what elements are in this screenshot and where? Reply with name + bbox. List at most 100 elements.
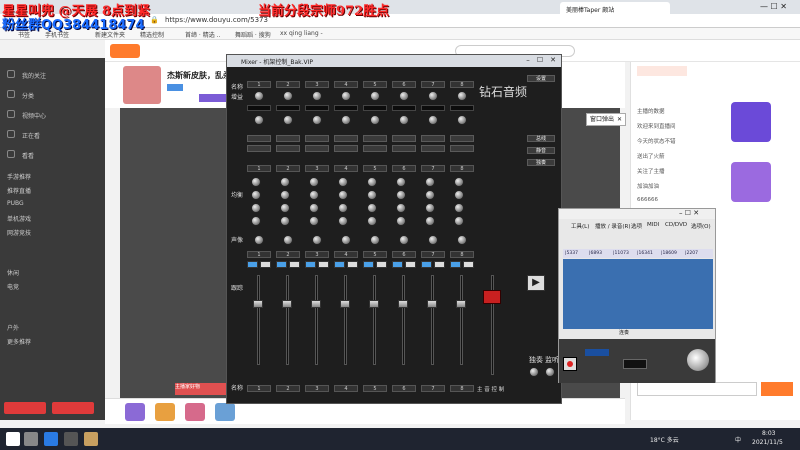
eq-knob[interactable] — [309, 203, 319, 213]
fader-cap[interactable] — [427, 300, 437, 308]
solo-button[interactable] — [260, 261, 271, 268]
avatar[interactable] — [123, 66, 161, 104]
mixer-setting-button[interactable]: 设置 — [527, 75, 555, 82]
fader-cap[interactable] — [282, 300, 292, 308]
merge-knob[interactable] — [428, 115, 438, 125]
menu-item[interactable]: MIDI — [647, 222, 659, 228]
menu-item[interactable]: 选项 — [631, 222, 642, 230]
merge-knob[interactable] — [312, 115, 322, 125]
mute-button[interactable] — [276, 261, 287, 268]
pan-knob[interactable] — [428, 235, 438, 245]
sidebar-item[interactable]: 网游竞技 — [7, 228, 31, 237]
eq-knob[interactable] — [454, 216, 464, 226]
minimize-icon[interactable]: – — [523, 56, 533, 65]
fader-track[interactable] — [315, 275, 318, 365]
gain-knob[interactable] — [428, 91, 438, 101]
play-icon[interactable]: ▶ — [527, 275, 545, 291]
gain-knob[interactable] — [341, 91, 351, 101]
eq-knob[interactable] — [425, 203, 435, 213]
fader-cap[interactable] — [369, 300, 379, 308]
send-button[interactable] — [761, 382, 793, 396]
eq-knob[interactable] — [280, 203, 290, 213]
mute-button[interactable] — [450, 261, 461, 268]
channel-insert[interactable] — [276, 135, 300, 142]
sidebar-item[interactable]: 分类 — [22, 91, 34, 100]
eq-knob[interactable] — [367, 216, 377, 226]
fader-cap[interactable] — [340, 300, 350, 308]
solo-button[interactable] — [289, 261, 300, 268]
channel-insert[interactable] — [392, 145, 416, 152]
jog-knob[interactable] — [687, 349, 709, 371]
close-icon[interactable]: ✕ — [617, 114, 622, 125]
bookmark-item[interactable]: xx qing liang - — [280, 30, 323, 37]
channel-insert[interactable] — [247, 145, 271, 152]
bookmark-item[interactable]: 首缔 · 精选 .. — [185, 30, 220, 39]
eq-knob[interactable] — [367, 190, 377, 200]
pan-knob[interactable] — [254, 235, 264, 245]
sidebar-item[interactable]: PUBG — [7, 200, 24, 207]
fader-track[interactable] — [431, 275, 434, 365]
fader-track[interactable] — [286, 275, 289, 365]
menu-item[interactable]: 选项(O) — [691, 222, 711, 230]
search-icon[interactable] — [24, 432, 38, 446]
gain-knob[interactable] — [370, 91, 380, 101]
fader-track[interactable] — [402, 275, 405, 365]
popup-button[interactable]: 窗口弹出 ✕ — [586, 113, 626, 126]
eq-knob[interactable] — [454, 203, 464, 213]
eq-knob[interactable] — [425, 190, 435, 200]
channel-insert[interactable] — [334, 135, 358, 142]
eq-knob[interactable] — [396, 190, 406, 200]
sidebar-item[interactable]: 单机游戏 — [7, 214, 31, 223]
gift-icon[interactable] — [185, 403, 205, 421]
transport-select[interactable] — [585, 349, 609, 356]
eq-knob[interactable] — [396, 216, 406, 226]
eq-knob[interactable] — [396, 177, 406, 187]
master-fader-cap[interactable] — [483, 290, 501, 304]
eq-knob[interactable] — [338, 177, 348, 187]
eq-knob[interactable] — [454, 190, 464, 200]
window-controls[interactable]: – ☐ ✕ — [679, 209, 699, 217]
sidebar-item[interactable]: 电竞 — [7, 282, 19, 291]
solo-button[interactable] — [347, 261, 358, 268]
window-controls[interactable]: — ☐ ✕ — [760, 2, 787, 11]
eq-knob[interactable] — [251, 190, 261, 200]
mute-button[interactable] — [421, 261, 432, 268]
mixer-solo-button[interactable]: 独奏 — [527, 159, 555, 166]
eq-knob[interactable] — [425, 216, 435, 226]
pan-knob[interactable] — [283, 235, 293, 245]
channel-insert[interactable] — [247, 135, 271, 142]
solo-button[interactable] — [463, 261, 474, 268]
pan-knob[interactable] — [370, 235, 380, 245]
channel-insert[interactable] — [363, 135, 387, 142]
eq-knob[interactable] — [338, 216, 348, 226]
gift-icon[interactable] — [125, 403, 145, 421]
gift-icon[interactable] — [155, 403, 175, 421]
sidebar-red-button[interactable] — [4, 402, 46, 414]
fader-track[interactable] — [344, 275, 347, 365]
eq-knob[interactable] — [251, 203, 261, 213]
mixer-mute-button[interactable]: 静音 — [527, 147, 555, 154]
merge-knob[interactable] — [341, 115, 351, 125]
channel-insert[interactable] — [421, 135, 445, 142]
fader-track[interactable] — [373, 275, 376, 365]
ime-indicator[interactable]: 中 — [735, 435, 741, 444]
eq-knob[interactable] — [338, 190, 348, 200]
channel-insert[interactable] — [276, 145, 300, 152]
mute-button[interactable] — [334, 261, 345, 268]
channel-insert[interactable] — [392, 135, 416, 142]
menu-item[interactable]: 播放 / 录音(R) — [595, 222, 630, 230]
gain-knob[interactable] — [312, 91, 322, 101]
menu-item[interactable]: 工具(L) — [571, 222, 589, 230]
mute-button[interactable] — [305, 261, 316, 268]
eq-knob[interactable] — [396, 203, 406, 213]
mute-button[interactable] — [363, 261, 374, 268]
solo-button[interactable] — [318, 261, 329, 268]
douyu-logo[interactable] — [110, 44, 140, 58]
sidebar-item[interactable]: 看看 — [22, 151, 34, 160]
eq-knob[interactable] — [251, 177, 261, 187]
sidebar-item[interactable]: 推荐直播 — [7, 186, 31, 195]
solo-button[interactable] — [434, 261, 445, 268]
eq-knob[interactable] — [454, 177, 464, 187]
fader-cap[interactable] — [398, 300, 408, 308]
mute-button[interactable] — [247, 261, 258, 268]
